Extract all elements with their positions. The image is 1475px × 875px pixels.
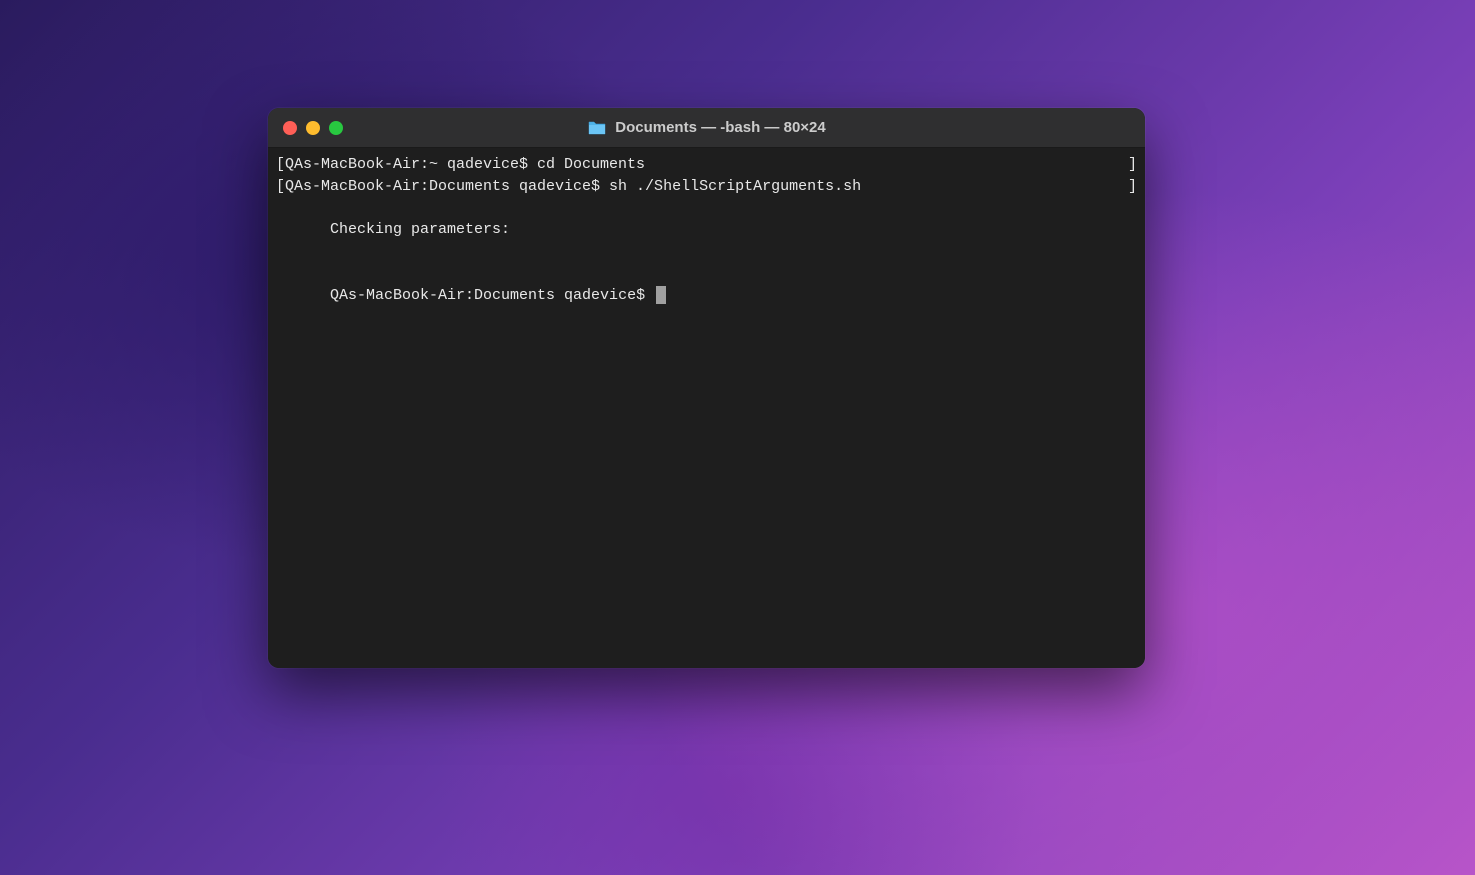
terminal-text: Checking parameters: <box>330 221 510 238</box>
cursor-icon <box>656 286 666 304</box>
terminal-bracket: ] <box>1128 154 1137 176</box>
close-button[interactable] <box>283 121 297 135</box>
minimize-button[interactable] <box>306 121 320 135</box>
title-content: Documents — -bash — 80×24 <box>268 119 1145 136</box>
folder-icon <box>587 120 607 136</box>
terminal-text: [QAs-MacBook-Air:~ qadevice$ cd Document… <box>276 154 645 176</box>
maximize-button[interactable] <box>329 121 343 135</box>
terminal-bracket: ] <box>1128 176 1137 198</box>
terminal-line: [QAs-MacBook-Air:Documents qadevice$ sh … <box>276 176 1137 198</box>
window-title: Documents — -bash — 80×24 <box>615 119 825 136</box>
terminal-text: [QAs-MacBook-Air:Documents qadevice$ sh … <box>276 176 861 198</box>
terminal-prompt: QAs-MacBook-Air:Documents qadevice$ <box>330 287 654 304</box>
window-titlebar[interactable]: Documents — -bash — 80×24 <box>268 108 1145 148</box>
terminal-line: QAs-MacBook-Air:Documents qadevice$ <box>276 263 1137 328</box>
terminal-line: [QAs-MacBook-Air:~ qadevice$ cd Document… <box>276 154 1137 176</box>
traffic-lights <box>283 121 343 135</box>
terminal-content[interactable]: [QAs-MacBook-Air:~ qadevice$ cd Document… <box>268 148 1145 668</box>
terminal-window[interactable]: Documents — -bash — 80×24 [QAs-MacBook-A… <box>268 108 1145 668</box>
terminal-line: Checking parameters: <box>276 198 1137 263</box>
